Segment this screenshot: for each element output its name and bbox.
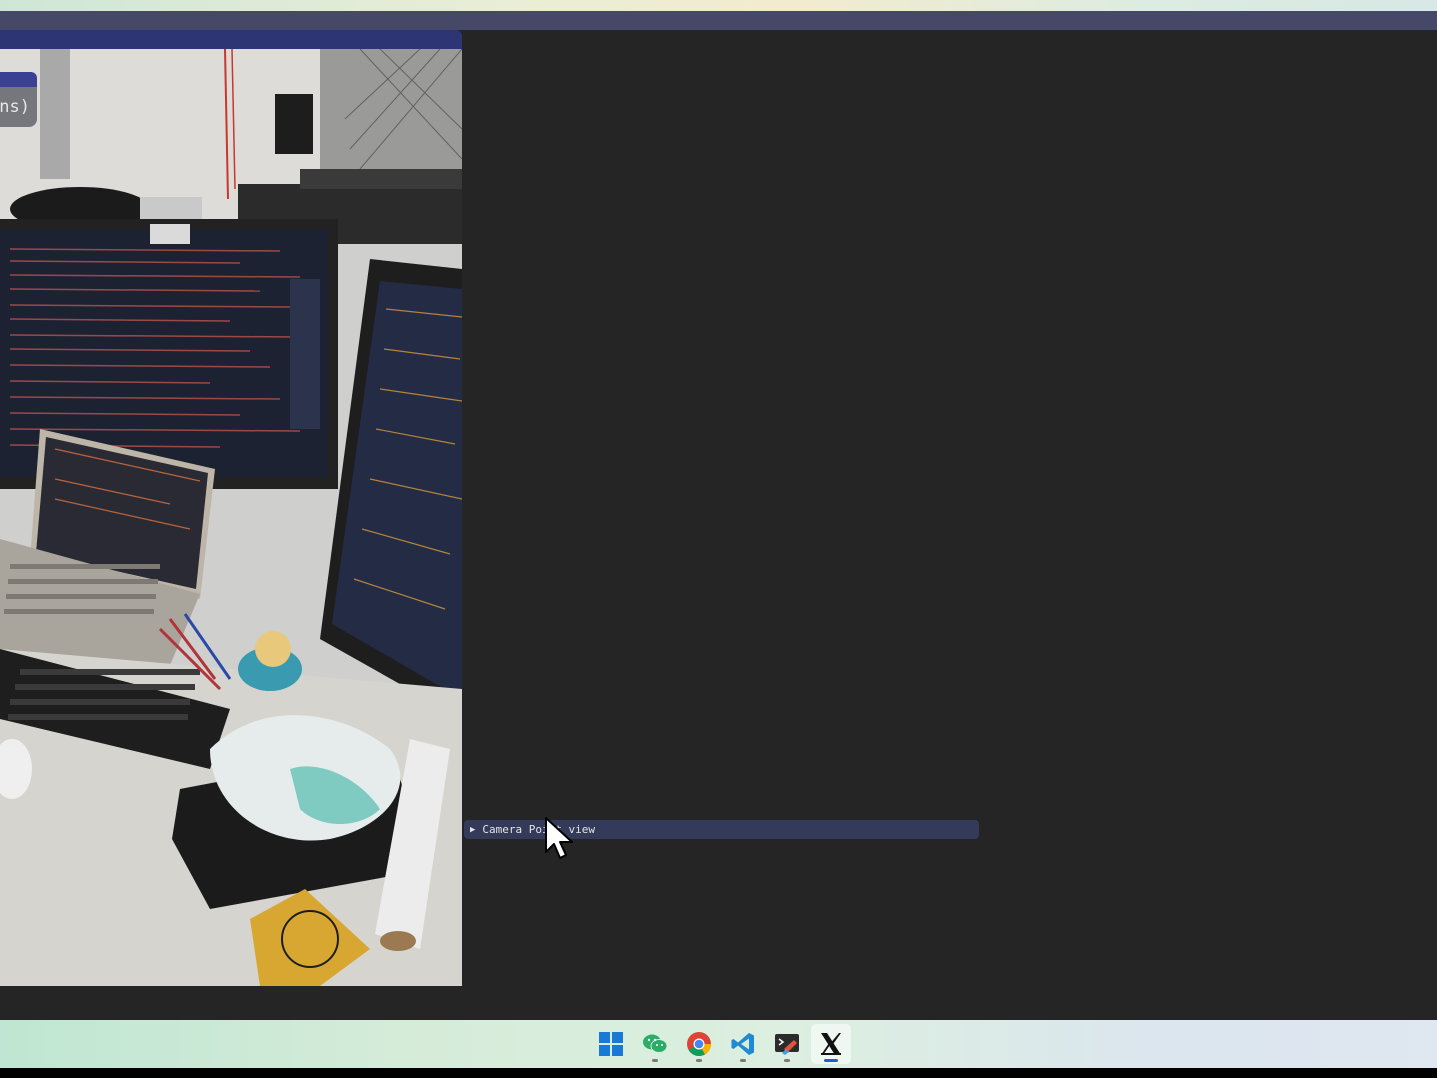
running-indicator: [740, 1059, 746, 1062]
taskbar-icons: [591, 1024, 851, 1064]
wechat-icon: [643, 1034, 668, 1053]
running-indicator: [652, 1059, 658, 1062]
start-button[interactable]: [591, 1024, 631, 1064]
app-window: ns) ▶ Camera Point view: [0, 11, 1437, 1020]
windows-start-icon: [599, 1032, 623, 1056]
running-indicator: [784, 1059, 790, 1062]
camera-point-view-header[interactable]: ▶ Camera Point view: [464, 820, 979, 839]
screen-bottom-edge: [0, 1068, 1437, 1078]
x-app-button[interactable]: [811, 1024, 851, 1064]
caret-right-icon: ▶: [470, 824, 476, 835]
camera-image-graphic: [0, 49, 462, 986]
wechat-button[interactable]: [635, 1024, 675, 1064]
overlay-tooltip-text: ns): [0, 97, 30, 117]
x-app-icon: [821, 1033, 841, 1055]
desktop-wallpaper-strip: [0, 0, 1437, 11]
taskbar: [0, 1020, 1437, 1068]
overlay-window-tab[interactable]: [0, 72, 37, 87]
image-viewer-header[interactable]: [0, 30, 462, 49]
chrome-icon: [687, 1032, 711, 1057]
active-indicator: [824, 1059, 838, 1062]
app-canvas: ns) ▶ Camera Point view: [0, 30, 1437, 1020]
running-indicator: [696, 1059, 702, 1062]
vscode-icon: [731, 1033, 754, 1055]
terminal-button[interactable]: [767, 1024, 807, 1064]
camera-image: [0, 49, 462, 986]
image-viewer-panel: ns): [0, 30, 462, 986]
overlay-tooltip: ns): [0, 87, 37, 127]
chrome-button[interactable]: [679, 1024, 719, 1064]
terminal-icon: [775, 1034, 799, 1055]
app-title-bar[interactable]: [0, 11, 1437, 30]
vscode-button[interactable]: [723, 1024, 763, 1064]
camera-point-view-label: Camera Point view: [482, 823, 596, 836]
